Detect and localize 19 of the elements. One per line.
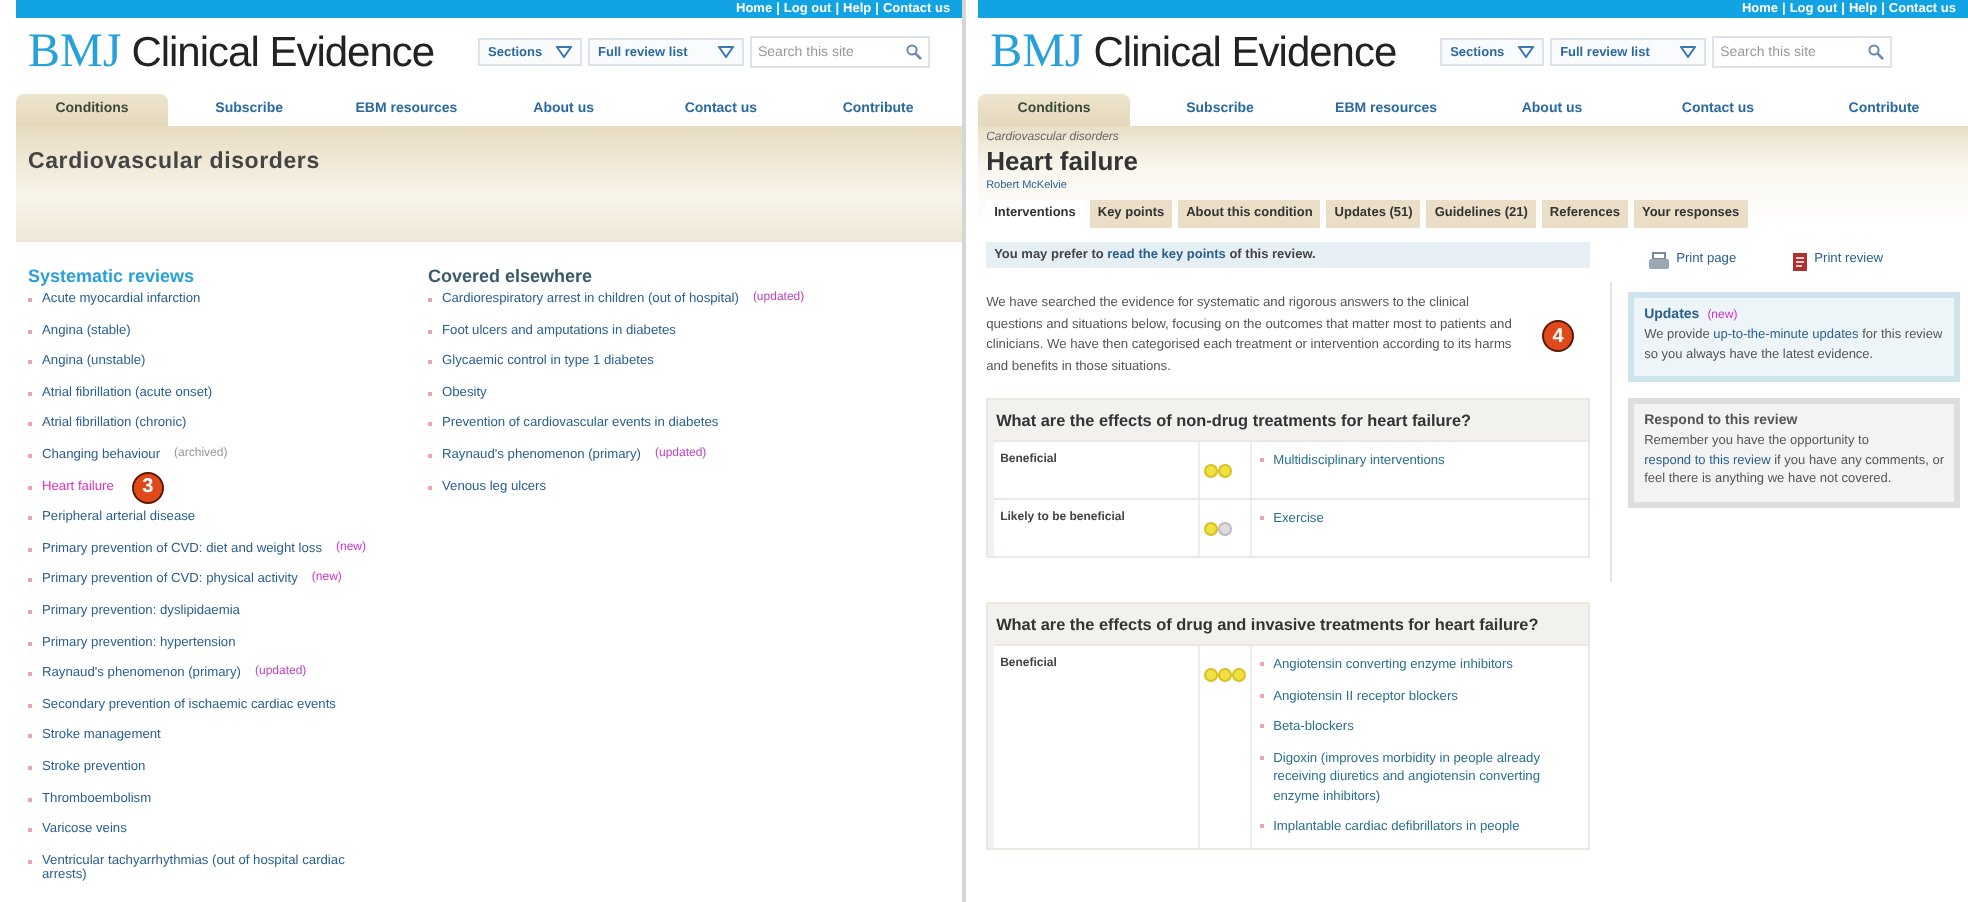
rating-icon xyxy=(1203,668,1246,682)
logo-name[interactable]: Clinical Evidence xyxy=(131,29,435,77)
rating-icon xyxy=(1203,522,1232,536)
rating-icon xyxy=(1203,464,1232,478)
callout-number: 3 xyxy=(131,471,164,504)
section-heading: Systematic reviews xyxy=(28,266,195,286)
logo-name[interactable]: Clinical Evidence xyxy=(1093,29,1397,77)
page-title: Cardiovascular disorders xyxy=(28,150,320,174)
caret-icon xyxy=(1518,46,1535,58)
caret-icon xyxy=(556,46,572,58)
section-heading: Covered elsewhere xyxy=(428,266,593,286)
printer-icon xyxy=(1648,252,1671,270)
caret-icon xyxy=(1680,46,1697,58)
document-icon xyxy=(1792,252,1809,272)
callout-number: 4 xyxy=(1542,320,1575,352)
caret-icon xyxy=(718,46,734,58)
page-title: Heart failure xyxy=(986,146,1138,176)
question-heading: What are the effects of drug and invasive treatments for heart failure? xyxy=(994,614,1541,638)
question-heading: What are the effects of non-drug treatments for heart failure? xyxy=(994,410,1474,434)
